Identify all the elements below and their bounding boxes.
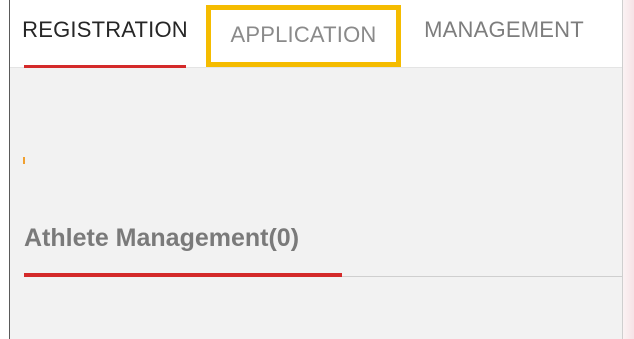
- tab-registration[interactable]: REGISTRATION: [22, 0, 188, 68]
- tab-management-label: MANAGEMENT: [424, 17, 584, 42]
- tab-application[interactable]: APPLICATION: [206, 5, 401, 67]
- tab-application-label: APPLICATION: [230, 22, 377, 47]
- content-panel: REGISTRATION APPLICATION MANAGEMENT Athl…: [9, 0, 623, 339]
- active-tab-indicator: [24, 65, 186, 68]
- section-title-underline: [24, 273, 342, 277]
- section-title[interactable]: Athlete Management(0): [24, 224, 299, 253]
- tab-management[interactable]: MANAGEMENT: [416, 0, 592, 68]
- tab-registration-label: REGISTRATION: [22, 17, 188, 42]
- orange-marker: [23, 157, 25, 164]
- tab-bar: REGISTRATION APPLICATION MANAGEMENT: [10, 0, 622, 68]
- app-frame: REGISTRATION APPLICATION MANAGEMENT Athl…: [0, 0, 634, 339]
